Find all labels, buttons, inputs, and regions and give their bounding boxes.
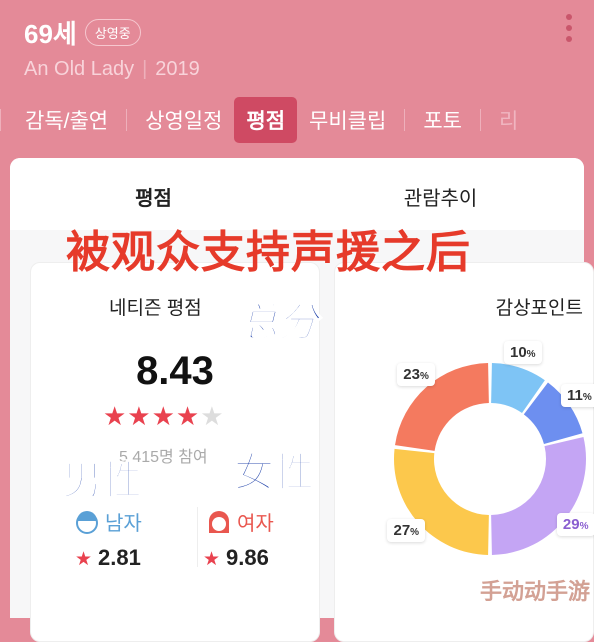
male-avatar-icon (76, 510, 98, 534)
panel-title: 네티즌 평점 (109, 298, 202, 319)
star-rating: ★★★★★ (103, 401, 225, 431)
watermark: 手动动手游 (479, 579, 590, 604)
male-score: ★ 2.81 (75, 545, 141, 570)
female-label: 여자 (207, 507, 274, 536)
overlay-total: 总分 (237, 299, 319, 347)
tab-photos[interactable]: 포토 (411, 97, 474, 143)
donut-chart (394, 363, 586, 555)
overlay-female: 女性 (233, 449, 315, 497)
more-menu-icon[interactable] (566, 14, 572, 42)
segment-label: 29% (556, 513, 594, 537)
status-badge: 상영중 (84, 19, 141, 46)
segment-label: 10% (503, 341, 542, 365)
male-label: 남자 (75, 507, 142, 536)
segment-label: 27% (387, 518, 426, 542)
overlay-headline: 被观众支持声援之后 (66, 227, 471, 278)
panel-title: 감상포인트 (495, 298, 583, 319)
release-year: 2019 (155, 58, 200, 80)
tab-rating[interactable]: 평점 (234, 97, 298, 143)
female-avatar-icon (209, 510, 229, 533)
tab-review[interactable]: 리 (487, 97, 530, 143)
overall-score: 8.43 (136, 349, 214, 393)
tab-schedule[interactable]: 상영일정 (133, 97, 234, 143)
tab-cast[interactable]: 감독/출연 (13, 97, 120, 143)
female-score: ★ 9.86 (203, 545, 269, 570)
english-title: An Old Lady (24, 58, 135, 80)
movie-subtitle: An Old Lady | 2019 (24, 58, 200, 80)
movie-title: 69세 (24, 19, 77, 49)
segment-label: 23% (397, 363, 435, 387)
donut-segment (491, 436, 586, 555)
segment-label: 11% (560, 384, 594, 408)
section-tabs: 감독/출연 상영일정 평점 무비클립 포토 리 (0, 96, 530, 144)
overlay-male: 男性 (61, 457, 143, 505)
tab-clips[interactable]: 무비클립 (297, 97, 398, 143)
movie-title-row: 69세 상영중 (24, 14, 141, 51)
